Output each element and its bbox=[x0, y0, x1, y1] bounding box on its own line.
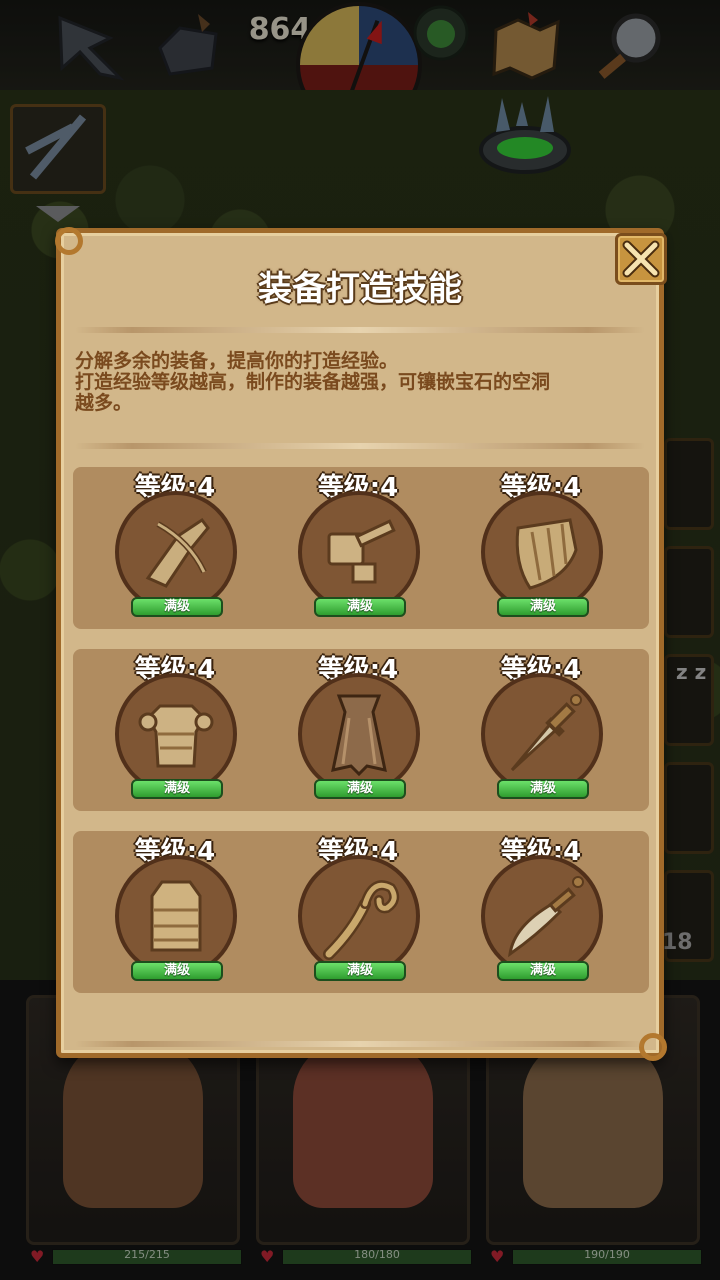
skill-slot[interactable] bbox=[481, 491, 603, 613]
skill-item-shield[interactable]: 等级:4 满级 bbox=[451, 467, 631, 629]
scimitar-icon bbox=[508, 876, 584, 958]
skill-item-dagger[interactable]: 等级:4 满级 bbox=[451, 649, 631, 811]
plate-armor-icon bbox=[138, 704, 214, 768]
skill-slot[interactable] bbox=[298, 491, 420, 613]
description-line: 分解多余的装备，提高你的打造经验。 bbox=[75, 350, 399, 372]
skill-item-cloak[interactable]: 等级:4 满级 bbox=[268, 649, 448, 811]
divider bbox=[75, 327, 645, 333]
divider bbox=[75, 1041, 645, 1047]
skill-item-plate-armor[interactable]: 等级:4 满级 bbox=[85, 649, 265, 811]
skill-row: 等级:4 满级 等级:4 满级 等级:4 满级 bbox=[73, 831, 649, 993]
skill-slot[interactable] bbox=[298, 855, 420, 977]
max-level-badge: 满级 bbox=[314, 597, 406, 617]
skill-slot[interactable] bbox=[115, 855, 237, 977]
skill-slot[interactable] bbox=[115, 673, 237, 795]
skill-item-staff[interactable]: 等级:4 满级 bbox=[268, 831, 448, 993]
max-level-badge: 满级 bbox=[131, 961, 223, 981]
skill-item-scimitar[interactable]: 等级:4 满级 bbox=[451, 831, 631, 993]
shield-icon bbox=[515, 518, 578, 590]
leather-armor-icon bbox=[150, 880, 202, 952]
skill-row: 等级:4 满级 等级:4 满级 等级:4 满级 bbox=[73, 467, 649, 629]
close-button[interactable] bbox=[615, 233, 667, 285]
max-level-badge: 满级 bbox=[314, 961, 406, 981]
skill-row: 等级:4 满级 等级:4 满级 等级:4 满级 bbox=[73, 649, 649, 811]
skill-item-leather-armor[interactable]: 等级:4 满级 bbox=[85, 831, 265, 993]
max-level-badge: 满级 bbox=[131, 597, 223, 617]
max-level-badge: 满级 bbox=[314, 779, 406, 799]
cloak-icon bbox=[331, 694, 387, 777]
skill-slot[interactable] bbox=[481, 855, 603, 977]
description-line: 打造经验等级越高，制作的装备越强，可镶嵌宝石的空洞 bbox=[75, 371, 551, 393]
corner-ornament bbox=[55, 227, 83, 255]
skill-item-crossbow[interactable]: 等级:4 满级 bbox=[85, 467, 265, 629]
skill-item-hammer[interactable]: 等级:4 满级 bbox=[268, 467, 448, 629]
dialog-title: 装备打造技能 bbox=[258, 269, 462, 309]
description-line: 越多。 bbox=[75, 392, 133, 414]
skill-slot[interactable] bbox=[298, 673, 420, 795]
max-level-badge: 满级 bbox=[497, 961, 589, 981]
crossbow-icon bbox=[145, 517, 210, 588]
close-icon bbox=[622, 240, 660, 278]
skill-slot[interactable] bbox=[481, 673, 603, 795]
corner-ornament bbox=[639, 1033, 667, 1061]
crafting-skill-dialog: 装备打造技能 分解多余的装备，提高你的打造经验。 打造经验等级越高，制作的装备越… bbox=[55, 227, 667, 1061]
staff-icon bbox=[323, 880, 400, 960]
description: 分解多余的装备，提高你的打造经验。 打造经验等级越高，制作的装备越强，可镶嵌宝石… bbox=[75, 351, 651, 414]
max-level-badge: 满级 bbox=[497, 597, 589, 617]
dagger-icon bbox=[510, 694, 582, 772]
max-level-badge: 满级 bbox=[131, 779, 223, 799]
skill-slot[interactable] bbox=[115, 491, 237, 613]
divider bbox=[75, 443, 645, 449]
hammer-icon bbox=[327, 519, 396, 584]
max-level-badge: 满级 bbox=[497, 779, 589, 799]
